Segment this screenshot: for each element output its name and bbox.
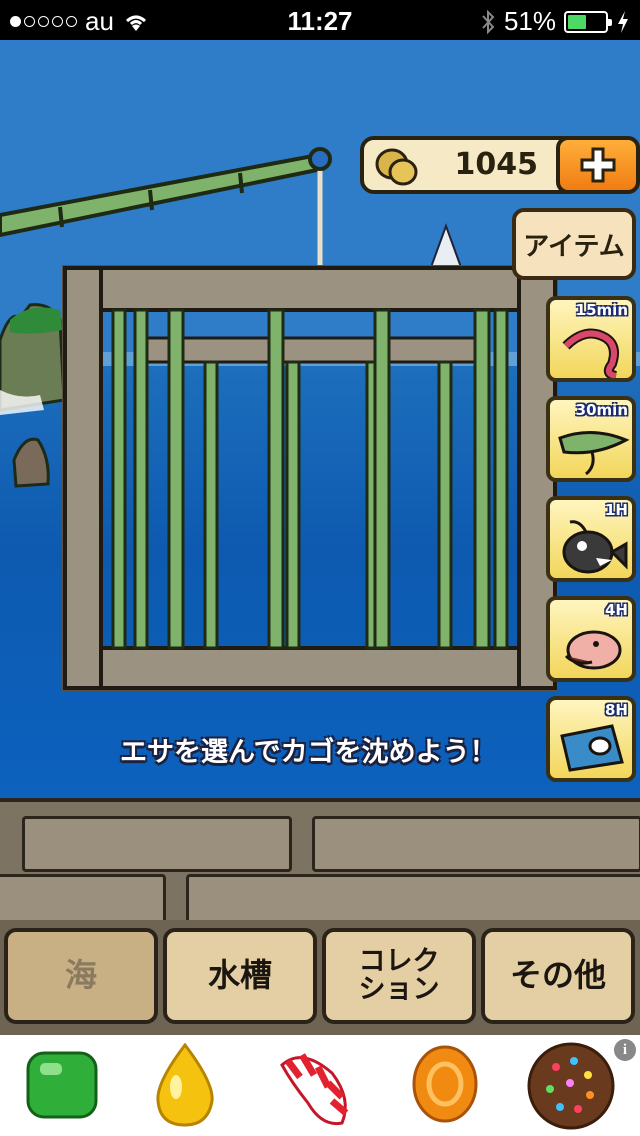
ad-banner[interactable]: i — [0, 1035, 640, 1136]
tab-aquarium[interactable]: 水槽 — [163, 928, 317, 1024]
yellow-drop-candy-icon — [156, 1043, 214, 1127]
battery-icon — [564, 10, 612, 33]
coin-value: 1045 — [454, 147, 539, 182]
buy-coins-button[interactable] — [556, 136, 640, 194]
pink-fish-bait-icon — [564, 630, 622, 670]
tab-collection[interactable]: コレク ション — [322, 928, 476, 1024]
anglerfish-bait-icon — [562, 520, 628, 574]
coin-stack-icon — [375, 148, 418, 186]
tab-label: 水槽 — [207, 956, 272, 995]
tab-label: 海 — [64, 956, 97, 995]
bluetooth-icon — [482, 9, 495, 34]
hint-text: エサを選んでカゴを沈めよう！ — [120, 737, 497, 768]
battery-level-fill — [568, 14, 587, 29]
bait-card-1h[interactable]: 1H — [546, 496, 636, 582]
tab-label-line2: ション — [358, 974, 440, 1005]
fishing-scene: 1045 アイテム 15min 30min 1H 4H 8H エサを選んでカゴを… — [0, 40, 640, 1035]
tab-other[interactable]: その他 — [481, 928, 635, 1024]
status-right: 51% — [480, 6, 630, 37]
tab-label: その他 — [509, 956, 606, 995]
tab-sea[interactable]: 海 — [4, 928, 158, 1024]
charging-bolt-icon — [618, 10, 628, 33]
deck-plank — [22, 816, 292, 872]
bottom-tab-bar: 海 水槽 コレク ション その他 — [0, 920, 640, 1035]
fishing-cage — [62, 265, 558, 691]
wooden-deck — [0, 798, 640, 930]
tab-label-line1: コレク — [358, 945, 440, 977]
bait-card-8h[interactable]: 8H — [546, 696, 636, 782]
orange-candy-icon — [412, 1045, 478, 1123]
striped-candy-icon — [280, 1053, 349, 1126]
deck-plank — [312, 816, 640, 872]
bait-card-30min[interactable]: 30min — [546, 396, 636, 482]
bait-card-4h[interactable]: 4H — [546, 596, 636, 682]
red-worm-bait-icon — [562, 328, 619, 378]
bait-card-15min[interactable]: 15min — [546, 296, 636, 382]
status-bar: au 11:27 51% — [0, 0, 640, 40]
blue-fish-head-bait-icon — [560, 724, 624, 772]
green-sardine-bait-icon — [558, 430, 630, 476]
plus-icon — [580, 147, 616, 183]
color-bomb-candy-icon — [527, 1042, 615, 1130]
green-candy-icon — [26, 1051, 98, 1119]
item-button[interactable]: アイテム — [512, 208, 636, 280]
battery-percent: 51% — [503, 6, 556, 36]
ad-info-icon[interactable]: i — [614, 1039, 636, 1061]
